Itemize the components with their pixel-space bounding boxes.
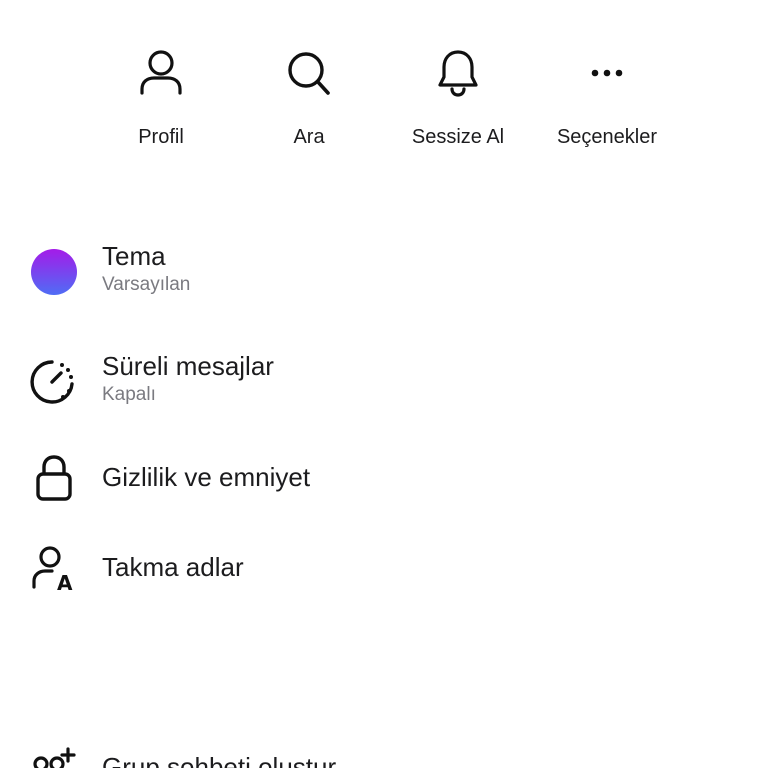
search-icon bbox=[284, 48, 334, 98]
cropped-header bbox=[0, 0, 768, 6]
nicknames-title: Takma adlar bbox=[102, 552, 244, 582]
create-group-chat-row[interactable]: Grup sohbeti oluştur bbox=[0, 740, 768, 768]
timer-icon bbox=[28, 356, 80, 408]
mute-button[interactable]: Sessize Al bbox=[393, 48, 523, 158]
disappearing-subtitle: Kapalı bbox=[102, 384, 156, 405]
search-label: Ara bbox=[293, 126, 325, 148]
nicknames-row[interactable]: A Takma adlar bbox=[0, 540, 768, 596]
privacy-row[interactable]: Gizlilik ve emniyet bbox=[0, 450, 768, 506]
options-label: Seçenekler bbox=[556, 126, 658, 148]
person-icon bbox=[136, 48, 186, 98]
disappearing-messages-row[interactable]: Süreli mesajlar Kapalı bbox=[0, 346, 768, 418]
bell-icon bbox=[433, 48, 483, 98]
options-button[interactable]: Seçenekler bbox=[542, 48, 672, 158]
nickname-icon: A bbox=[28, 542, 80, 594]
privacy-title: Gizlilik ve emniyet bbox=[102, 462, 311, 492]
theme-color-icon bbox=[28, 246, 80, 298]
theme-subtitle: Varsayılan bbox=[102, 274, 191, 295]
lock-icon bbox=[28, 452, 80, 504]
disappearing-title: Süreli mesajlar bbox=[102, 351, 274, 381]
chat-settings-screen: Profil Ara Sessize Al Seçenekler Tema Va… bbox=[0, 0, 768, 768]
add-group-icon bbox=[28, 740, 80, 768]
search-button[interactable]: Ara bbox=[244, 48, 374, 158]
mute-label: Sessize Al bbox=[411, 126, 505, 148]
create-group-title: Grup sohbeti oluştur bbox=[102, 752, 337, 768]
more-icon bbox=[582, 48, 632, 98]
theme-title: Tema bbox=[102, 241, 166, 271]
svg-text:A: A bbox=[57, 571, 73, 592]
theme-row[interactable]: Tema Varsayılan bbox=[0, 236, 768, 308]
profile-label: Profil bbox=[138, 126, 184, 148]
quick-actions: Profil Ara Sessize Al Seçenekler bbox=[0, 48, 768, 168]
profile-button[interactable]: Profil bbox=[96, 48, 226, 158]
